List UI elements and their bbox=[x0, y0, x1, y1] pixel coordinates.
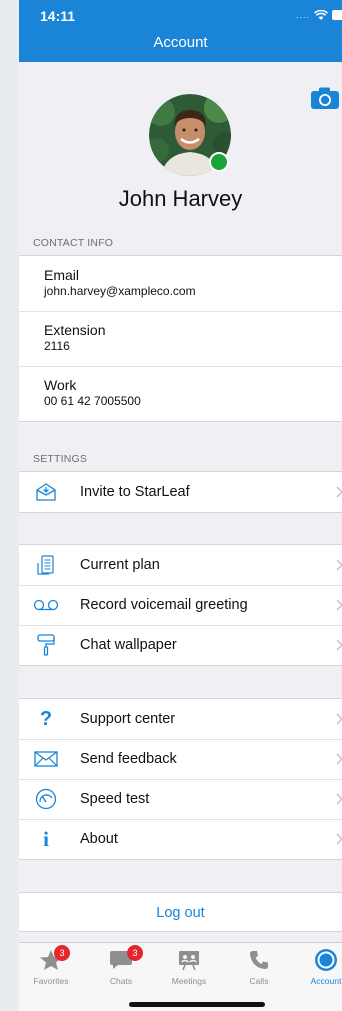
profile-name: John Harvey bbox=[118, 186, 243, 211]
account-icon bbox=[315, 949, 337, 971]
info-icon: i bbox=[43, 826, 49, 851]
voicemail-icon bbox=[33, 594, 59, 616]
email-value: john.harvey@xampleco.com bbox=[44, 284, 196, 298]
chevron-right-icon bbox=[336, 559, 342, 571]
header-bar: 14:11 .... Account bbox=[19, 0, 342, 62]
wifi-icon bbox=[314, 9, 328, 20]
tab-label: Chats bbox=[109, 976, 133, 986]
chevron-right-icon bbox=[336, 713, 342, 725]
settings-group-preferences: Current plan Record voicemail greeting C… bbox=[19, 544, 342, 666]
page-title: Account bbox=[153, 34, 208, 51]
presence-status-dot bbox=[209, 152, 229, 172]
tab-meetings[interactable]: Meetings bbox=[157, 947, 221, 986]
menu-label: Support center bbox=[80, 711, 176, 727]
phone-icon bbox=[250, 951, 268, 969]
menu-label: About bbox=[80, 831, 118, 847]
favorites-badge: 3 bbox=[54, 945, 70, 961]
plan-icon bbox=[33, 554, 59, 576]
chevron-right-icon bbox=[336, 833, 342, 845]
extension-label: Extension bbox=[44, 322, 106, 338]
tab-bar: 3 Favorites 3 Chats Meetings Calls Accou… bbox=[19, 942, 342, 1011]
contact-info-group: Email john.harvey@xampleco.com Extension… bbox=[19, 255, 342, 422]
menu-label: Invite to StarLeaf bbox=[80, 484, 190, 500]
tab-label: Account bbox=[310, 976, 342, 986]
logout-group: Log out bbox=[19, 892, 342, 932]
menu-item-voicemail[interactable]: Record voicemail greeting bbox=[19, 585, 342, 625]
work-row[interactable]: Work 00 61 42 7005500 bbox=[19, 366, 342, 421]
profile-section: John Harvey bbox=[19, 62, 342, 230]
menu-item-speed-test[interactable]: Speed test bbox=[19, 779, 342, 819]
chevron-right-icon bbox=[336, 486, 342, 498]
chevron-right-icon bbox=[336, 639, 342, 651]
menu-label: Record voicemail greeting bbox=[80, 597, 248, 613]
camera-icon[interactable] bbox=[310, 86, 340, 110]
menu-label: Send feedback bbox=[80, 751, 177, 767]
menu-item-invite[interactable]: Invite to StarLeaf bbox=[19, 472, 342, 512]
speedometer-icon bbox=[33, 788, 59, 810]
settings-header: SETTINGS bbox=[33, 453, 88, 465]
settings-group-help: ? Support center Send feedback Speed tes… bbox=[19, 698, 342, 860]
battery-icon bbox=[332, 10, 342, 20]
menu-item-send-feedback[interactable]: Send feedback bbox=[19, 739, 342, 779]
account-screen: 14:11 .... Account John Harvey CONTACT I… bbox=[19, 0, 342, 1011]
menu-label: Speed test bbox=[80, 791, 150, 807]
menu-item-about[interactable]: i About bbox=[19, 819, 342, 859]
home-indicator bbox=[129, 1002, 265, 1007]
chevron-right-icon bbox=[336, 793, 342, 805]
status-icons: .... bbox=[296, 8, 342, 22]
tab-label: Calls bbox=[249, 976, 269, 986]
status-time: 14:11 bbox=[40, 8, 76, 24]
chats-badge: 3 bbox=[127, 945, 143, 961]
extension-value: 2116 bbox=[44, 339, 70, 353]
menu-item-current-plan[interactable]: Current plan bbox=[19, 545, 342, 585]
tab-calls[interactable]: Calls bbox=[227, 947, 291, 986]
tab-label: Favorites bbox=[33, 976, 69, 986]
paint-roller-icon bbox=[33, 634, 59, 656]
meetings-icon bbox=[179, 951, 199, 971]
settings-group-invite: Invite to StarLeaf bbox=[19, 471, 342, 513]
tab-label: Meetings bbox=[171, 976, 207, 986]
work-value: 00 61 42 7005500 bbox=[44, 394, 141, 408]
chevron-right-icon bbox=[336, 753, 342, 765]
contact-info-header: CONTACT INFO bbox=[33, 237, 114, 249]
tab-favorites[interactable]: 3 Favorites bbox=[19, 945, 83, 986]
menu-item-support-center[interactable]: ? Support center bbox=[19, 699, 342, 739]
menu-label: Chat wallpaper bbox=[80, 637, 177, 653]
email-row[interactable]: Email john.harvey@xampleco.com bbox=[19, 256, 342, 311]
logout-button[interactable]: Log out bbox=[19, 893, 342, 933]
tab-account[interactable]: Account bbox=[294, 947, 342, 986]
menu-item-chat-wallpaper[interactable]: Chat wallpaper bbox=[19, 625, 342, 665]
chevron-right-icon bbox=[336, 599, 342, 611]
tab-chats[interactable]: 3 Chats bbox=[89, 945, 153, 986]
email-label: Email bbox=[44, 267, 80, 283]
work-label: Work bbox=[44, 377, 77, 393]
menu-label: Current plan bbox=[80, 557, 160, 573]
invite-icon bbox=[33, 481, 59, 503]
question-icon: ? bbox=[39, 707, 53, 730]
envelope-icon bbox=[33, 748, 59, 770]
extension-row[interactable]: Extension 2116 bbox=[19, 311, 342, 366]
signal-dots-icon: .... bbox=[295, 10, 310, 20]
